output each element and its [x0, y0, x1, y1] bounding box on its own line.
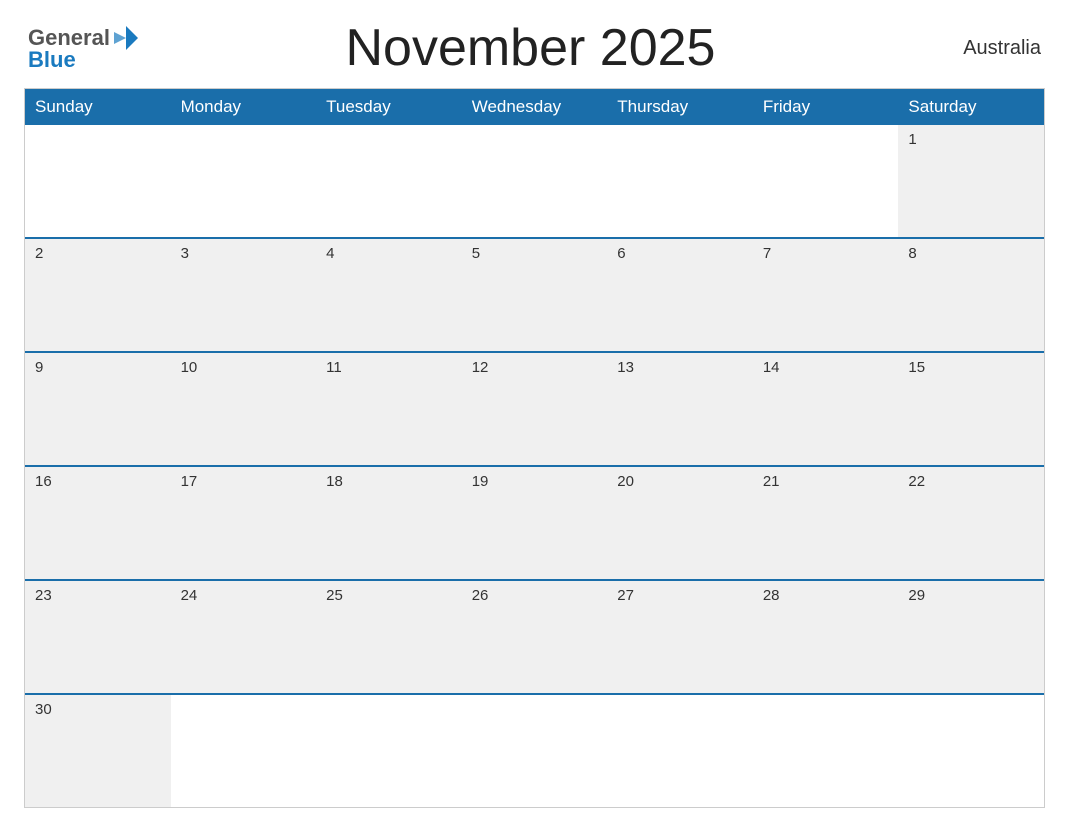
day-header-saturday: Saturday	[898, 89, 1044, 125]
day-number: 1	[908, 131, 1034, 148]
week-row-4: 23 24 25 26 27 28 29	[25, 579, 1044, 693]
day-cell: 22	[898, 467, 1044, 579]
day-cell: 14	[753, 353, 899, 465]
day-cell	[753, 695, 899, 807]
day-number: 12	[472, 359, 598, 376]
week-row-5: 30	[25, 693, 1044, 807]
day-cell	[462, 125, 608, 237]
day-cell: 3	[171, 239, 317, 351]
day-number: 19	[472, 473, 598, 490]
day-header-tuesday: Tuesday	[316, 89, 462, 125]
day-number: 29	[908, 587, 1034, 604]
day-number: 16	[35, 473, 161, 490]
day-header-thursday: Thursday	[607, 89, 753, 125]
day-cell: 17	[171, 467, 317, 579]
day-number: 30	[35, 701, 161, 718]
day-cell: 6	[607, 239, 753, 351]
day-number: 8	[908, 245, 1034, 262]
day-cell: 5	[462, 239, 608, 351]
day-cell: 20	[607, 467, 753, 579]
logo: General Blue	[28, 24, 140, 72]
day-cell	[607, 125, 753, 237]
day-cell: 29	[898, 581, 1044, 693]
day-number: 6	[617, 245, 743, 262]
day-cell: 10	[171, 353, 317, 465]
day-number: 5	[472, 245, 598, 262]
page: General Blue November 2025 Australia Sun…	[0, 0, 1069, 826]
month-title: November 2025	[140, 18, 921, 78]
week-row-2: 9 10 11 12 13 14 15	[25, 351, 1044, 465]
day-header-wednesday: Wednesday	[462, 89, 608, 125]
day-number: 25	[326, 587, 452, 604]
day-number: 10	[181, 359, 307, 376]
day-cell	[316, 125, 462, 237]
day-number: 21	[763, 473, 889, 490]
day-cell: 11	[316, 353, 462, 465]
day-cell: 19	[462, 467, 608, 579]
day-cell	[898, 695, 1044, 807]
day-cell	[171, 125, 317, 237]
week-row-1: 2 3 4 5 6 7 8	[25, 237, 1044, 351]
day-number: 7	[763, 245, 889, 262]
day-number: 13	[617, 359, 743, 376]
day-cell	[25, 125, 171, 237]
day-header-monday: Monday	[171, 89, 317, 125]
day-cell: 16	[25, 467, 171, 579]
day-number: 3	[181, 245, 307, 262]
day-cell	[753, 125, 899, 237]
logo-text: General Blue	[28, 24, 140, 72]
day-number: 26	[472, 587, 598, 604]
day-cell: 4	[316, 239, 462, 351]
day-cell: 23	[25, 581, 171, 693]
day-cell: 9	[25, 353, 171, 465]
day-number: 18	[326, 473, 452, 490]
country: Australia	[921, 37, 1041, 60]
day-number: 11	[326, 359, 452, 376]
day-cell: 7	[753, 239, 899, 351]
day-cell	[171, 695, 317, 807]
day-cell: 28	[753, 581, 899, 693]
day-cell: 30	[25, 695, 171, 807]
day-number: 24	[181, 587, 307, 604]
day-cell: 27	[607, 581, 753, 693]
day-cell	[607, 695, 753, 807]
day-header-sunday: Sunday	[25, 89, 171, 125]
weeks: 1234567891011121314151617181920212223242…	[25, 125, 1044, 807]
day-number: 2	[35, 245, 161, 262]
day-cell: 25	[316, 581, 462, 693]
week-row-3: 16 17 18 19 20 21 22	[25, 465, 1044, 579]
day-number: 17	[181, 473, 307, 490]
day-number: 28	[763, 587, 889, 604]
day-number: 14	[763, 359, 889, 376]
day-headers: Sunday Monday Tuesday Wednesday Thursday…	[25, 89, 1044, 125]
day-number: 9	[35, 359, 161, 376]
day-cell: 12	[462, 353, 608, 465]
day-number: 15	[908, 359, 1034, 376]
day-number: 27	[617, 587, 743, 604]
day-cell: 2	[25, 239, 171, 351]
day-number: 22	[908, 473, 1034, 490]
calendar: Sunday Monday Tuesday Wednesday Thursday…	[24, 88, 1045, 808]
day-cell: 15	[898, 353, 1044, 465]
day-cell: 26	[462, 581, 608, 693]
logo-blue: Blue	[28, 48, 140, 72]
day-cell: 18	[316, 467, 462, 579]
day-number: 23	[35, 587, 161, 604]
day-cell: 8	[898, 239, 1044, 351]
day-header-friday: Friday	[753, 89, 899, 125]
day-cell	[462, 695, 608, 807]
day-number: 4	[326, 245, 452, 262]
header: General Blue November 2025 Australia	[24, 18, 1045, 78]
day-cell: 24	[171, 581, 317, 693]
day-cell: 21	[753, 467, 899, 579]
week-row-0: 1	[25, 125, 1044, 237]
day-cell	[316, 695, 462, 807]
day-cell: 1	[898, 125, 1044, 237]
day-cell: 13	[607, 353, 753, 465]
day-number: 20	[617, 473, 743, 490]
